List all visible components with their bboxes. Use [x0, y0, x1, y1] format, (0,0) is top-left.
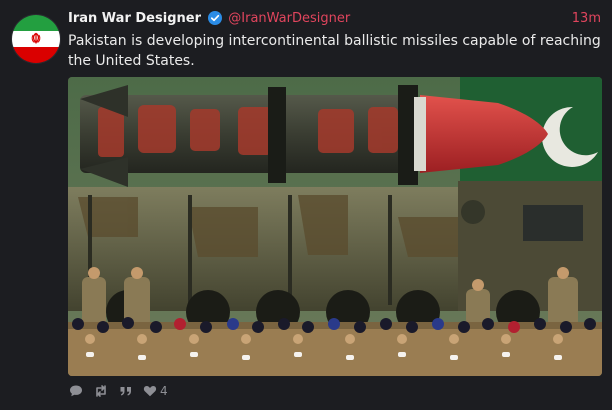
- post-actions: 4: [69, 382, 168, 400]
- boost-button[interactable]: [93, 384, 109, 398]
- post-time[interactable]: 13m: [572, 10, 601, 28]
- display-name[interactable]: Iran War Designer: [68, 11, 201, 26]
- post-media[interactable]: [68, 77, 602, 376]
- heart-icon: [143, 385, 157, 397]
- quote-button[interactable]: [119, 384, 133, 398]
- post-text: Pakistan is developing intercontinental …: [68, 33, 601, 69]
- like-button[interactable]: 4: [143, 384, 168, 398]
- author-handle[interactable]: @IranWarDesigner: [228, 11, 350, 26]
- like-count: 4: [160, 384, 168, 398]
- post-card: Iran War Designer @IranWarDesigner 13m P…: [0, 0, 612, 410]
- avatar[interactable]: [11, 14, 61, 64]
- post-header: Iran War Designer @IranWarDesigner 13m: [68, 10, 601, 28]
- verified-badge-icon: [208, 11, 223, 31]
- reply-button[interactable]: [69, 384, 83, 398]
- quote-icon: [120, 387, 131, 396]
- reply-icon: [70, 385, 82, 397]
- iran-flag-icon: [12, 15, 60, 63]
- missile-parade-photo: [68, 77, 602, 376]
- boost-icon: [96, 385, 106, 397]
